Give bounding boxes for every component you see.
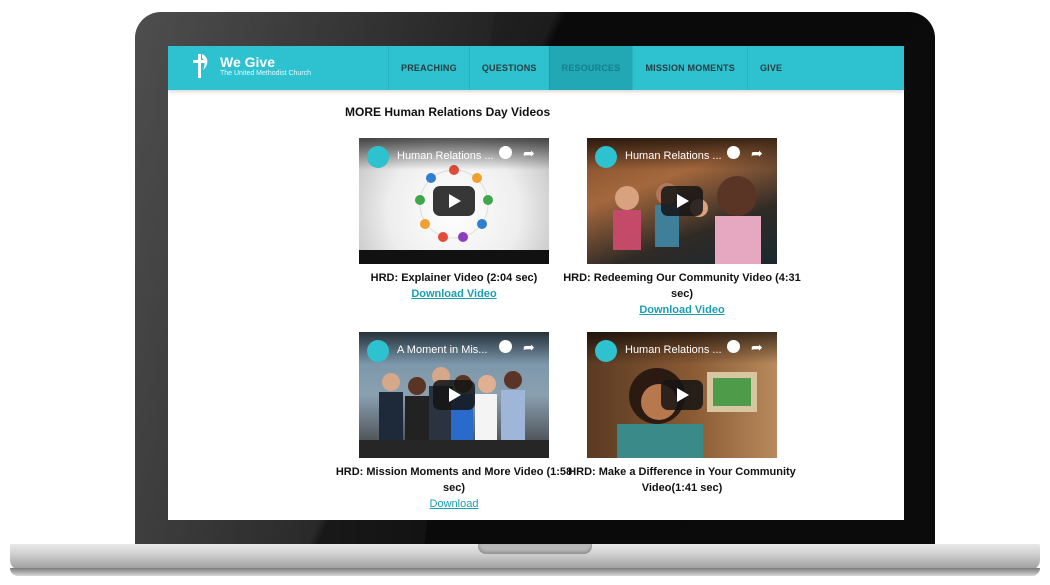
watch-later-icon[interactable]: [727, 146, 740, 159]
video-title: Human Relations ...: [625, 150, 722, 162]
menu-item-questions[interactable]: QUESTIONS: [468, 46, 549, 90]
video-title: Human Relations ...: [625, 344, 722, 356]
play-button-icon[interactable]: [661, 380, 703, 410]
menu-item-preaching[interactable]: PREACHING: [388, 46, 469, 90]
play-button-icon[interactable]: [661, 186, 703, 216]
video-title: A Moment in Mis...: [397, 344, 488, 356]
watch-later-icon[interactable]: [499, 340, 512, 353]
video-caption: HRD: Make a Difference in Your Community…: [568, 466, 796, 494]
video-card: Human Relations ... ➦ HRD: Redeeming Our…: [562, 138, 802, 318]
share-icon[interactable]: ➦: [751, 339, 763, 356]
video-thumbnail[interactable]: Human Relations ... ➦: [587, 138, 777, 264]
menu-item-give[interactable]: GIVE: [746, 46, 794, 90]
channel-avatar-icon: [595, 146, 617, 168]
channel-avatar-icon: [367, 146, 389, 168]
download-link[interactable]: Download Video: [334, 286, 574, 302]
channel-avatar-icon: [367, 340, 389, 362]
brand-subtitle: The United Methodist Church: [220, 69, 312, 77]
brand-logo[interactable]: We Give The United Methodist Church: [190, 52, 311, 80]
video-title: Human Relations ...: [397, 150, 494, 162]
video-thumbnail[interactable]: Human Relations ... ➦: [359, 138, 549, 264]
video-card: Human Relations ... ➦ HRD: Make a Differ…: [562, 332, 802, 496]
top-navigation: We Give The United Methodist Church PREA…: [168, 46, 904, 90]
watch-later-icon[interactable]: [727, 340, 740, 353]
laptop-base-edge: [10, 568, 1040, 576]
video-caption: HRD: Explainer Video (2:04 sec): [370, 272, 538, 284]
share-icon[interactable]: ➦: [751, 145, 763, 162]
share-icon[interactable]: ➦: [523, 339, 535, 356]
download-link[interactable]: Download: [334, 496, 574, 512]
video-card: Human Relations ... ➦ HRD: Explainer Vid…: [334, 138, 574, 302]
brand-name: We Give: [220, 53, 275, 70]
browser-screen: We Give The United Methodist Church PREA…: [168, 46, 904, 520]
video-thumbnail[interactable]: A Moment in Mis... ➦: [359, 332, 549, 458]
share-icon[interactable]: ➦: [523, 145, 535, 162]
page-heading: MORE Human Relations Day Videos: [345, 105, 551, 119]
play-button-icon[interactable]: [433, 186, 475, 216]
video-card: A Moment in Mis... ➦ HRD: Mission Moment…: [334, 332, 574, 512]
main-menu: PREACHING QUESTIONS RESOURCES MISSION MO…: [388, 46, 794, 90]
laptop-opening-notch: [478, 544, 592, 554]
video-caption: HRD: Mission Moments and More Video (1:5…: [335, 466, 573, 494]
play-button-icon[interactable]: [433, 380, 475, 410]
cross-flame-icon: [190, 52, 212, 80]
watch-later-icon[interactable]: [499, 146, 512, 159]
video-thumbnail[interactable]: Human Relations ... ➦: [587, 332, 777, 458]
video-caption: HRD: Redeeming Our Community Video (4:31…: [563, 272, 801, 300]
download-link[interactable]: Download Video: [562, 302, 802, 318]
menu-item-mission-moments[interactable]: MISSION MOMENTS: [632, 46, 747, 90]
channel-avatar-icon: [595, 340, 617, 362]
menu-item-resources[interactable]: RESOURCES: [548, 46, 633, 90]
